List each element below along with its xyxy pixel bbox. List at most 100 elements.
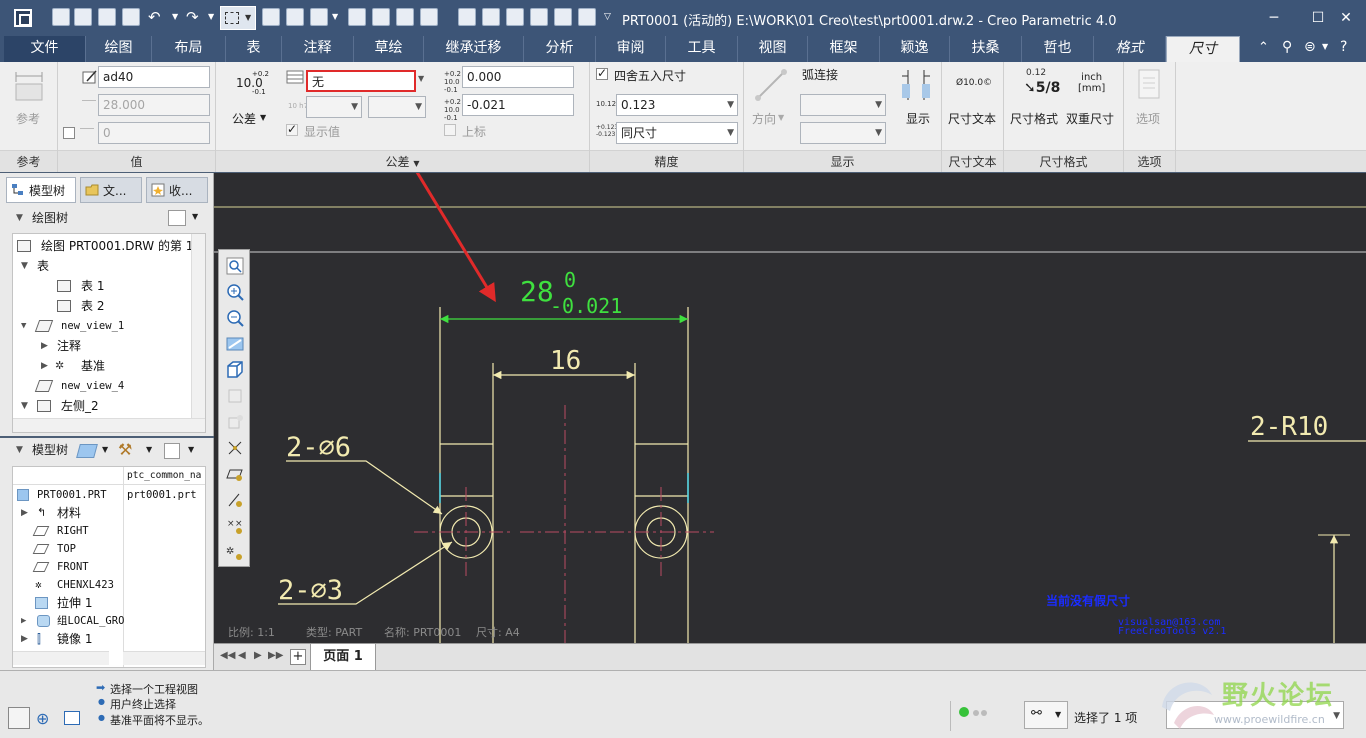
first-sheet-icon[interactable]: ◀◀ xyxy=(220,650,235,661)
options-icon[interactable] xyxy=(1136,68,1162,102)
regenerate-icon[interactable] xyxy=(262,8,280,26)
decimals-select[interactable]: 0.123 ▼ xyxy=(616,94,738,116)
undo-dropdown-icon[interactable]: ▼ xyxy=(172,12,178,21)
tree-item-view-4[interactable]: new_view_4 xyxy=(17,376,124,396)
tolerance-mode-dropdown-icon[interactable]: ▼ xyxy=(418,74,424,83)
navigator-toggle-icon[interactable] xyxy=(8,707,30,729)
group-label-tolerance[interactable]: 公差 ▼ xyxy=(216,150,589,172)
collapse-toggle-icon[interactable]: ▶ xyxy=(21,611,26,631)
tolerance-group-dropdown-icon[interactable]: ▼ xyxy=(413,159,419,168)
tool-5-icon[interactable] xyxy=(554,8,572,26)
override-value-checkbox[interactable] xyxy=(63,127,75,139)
collapse-toggle-icon[interactable]: ▶ xyxy=(21,629,28,649)
minimize-icon[interactable]: ─ xyxy=(1264,8,1284,28)
tab-tools[interactable]: 工具 xyxy=(666,36,738,62)
dimension-28-value[interactable]: 28 xyxy=(520,275,554,308)
quick-access-dropdown-icon[interactable]: ▼ xyxy=(332,12,338,21)
tree-item-table-2[interactable]: 表 2 xyxy=(57,296,104,316)
tree-item-extrude[interactable]: 拉伸 1 xyxy=(35,593,92,613)
add-sheet-button[interactable]: + xyxy=(290,649,306,665)
note-icon[interactable] xyxy=(420,8,438,26)
plane-display-icon[interactable] xyxy=(225,464,245,484)
tool-3-icon[interactable] xyxy=(506,8,524,26)
tab-file[interactable]: 文件 xyxy=(4,36,86,62)
expand-toggle-icon[interactable]: ▼ xyxy=(21,396,28,416)
tab-annotate[interactable]: 注释 xyxy=(282,36,354,62)
collapse-toggle-icon[interactable]: ▶ xyxy=(21,503,28,523)
tree-item-tables[interactable]: ▼ 表 xyxy=(17,256,49,276)
collapse-toggle-icon[interactable]: ▶ xyxy=(41,356,48,376)
show-dropdown-icon[interactable]: ▼ xyxy=(102,445,108,454)
expand-toggle-icon[interactable]: ▼ xyxy=(21,316,26,336)
reference-icon[interactable] xyxy=(14,70,44,104)
datum-display-icon[interactable] xyxy=(225,438,245,458)
tree-item-mirror[interactable]: ▶ ⫿ 镜像 1 xyxy=(17,629,92,649)
tab-yingyi[interactable]: 颖逸 xyxy=(880,36,950,62)
direction-dropdown-icon[interactable]: ▼ xyxy=(778,113,784,122)
tree-item-datums[interactable]: ▶ ✲ 基准 xyxy=(37,356,105,376)
witness-line-select[interactable]: ▼ xyxy=(800,122,886,144)
tab-layout[interactable]: 布局 xyxy=(152,36,226,62)
arc-connection-select[interactable]: ▼ xyxy=(800,94,886,116)
dimension-format-icon[interactable]: ➘5/8 xyxy=(1024,80,1060,96)
collapse-ribbon-icon[interactable]: ⌃ xyxy=(1258,40,1269,55)
windows-icon[interactable] xyxy=(286,8,304,26)
tree-item-right-plane[interactable]: RIGHT xyxy=(32,521,89,541)
dimension-text-icon[interactable]: Ø10.0© xyxy=(956,78,992,88)
tree-item-front-plane[interactable]: FRONT xyxy=(32,557,89,577)
nominal-value-input[interactable]: 28.000 xyxy=(98,94,210,116)
tree-item-left-view[interactable]: ▼ 左侧_2 xyxy=(17,396,99,416)
help-icon[interactable]: ? xyxy=(1340,39,1347,55)
tolerance-mode-select[interactable]: 无 xyxy=(306,70,416,92)
drawing-tree-hscroll[interactable] xyxy=(13,418,205,432)
tool-4-icon[interactable] xyxy=(530,8,548,26)
tree-tools-icon[interactable]: ⚒ xyxy=(118,440,132,459)
dimension-16-value[interactable]: 16 xyxy=(550,346,581,376)
tab-dimension[interactable]: 尺寸 xyxy=(1166,36,1240,62)
show-icon[interactable] xyxy=(900,68,934,102)
saved-orientations-icon[interactable] xyxy=(225,386,245,406)
tab-view[interactable]: 视图 xyxy=(738,36,808,62)
superscript-checkbox[interactable] xyxy=(444,124,456,136)
tree-settings-icon[interactable] xyxy=(168,210,186,226)
axis-display-icon[interactable] xyxy=(225,490,245,510)
dual-dimension-button[interactable]: 双重尺寸 xyxy=(1066,110,1114,127)
upper-tolerance-input[interactable]: 0.000 xyxy=(462,66,574,88)
maximize-icon[interactable]: ☐ xyxy=(1308,8,1328,28)
reference-button[interactable]: 参考 xyxy=(16,110,40,127)
tab-analysis[interactable]: 分析 xyxy=(524,36,596,62)
round-dimension-checkbox[interactable] xyxy=(596,66,608,80)
find-button[interactable]: ⚯ ▼ xyxy=(1024,701,1068,729)
tolerance-column-select[interactable]: ▼ xyxy=(368,96,426,118)
print-icon[interactable] xyxy=(122,8,140,26)
tree-tools-dropdown-icon[interactable]: ▼ xyxy=(146,445,152,454)
close-window-icon[interactable] xyxy=(310,8,328,26)
creo-logo-icon[interactable] xyxy=(14,9,32,27)
regen-status[interactable] xyxy=(950,701,998,731)
dimension-28-lower-tolerance[interactable]: -0.021 xyxy=(550,294,622,318)
collapse-toggle-icon[interactable]: ▶ xyxy=(41,336,48,356)
zoom-out-icon[interactable] xyxy=(225,308,245,328)
save-icon[interactable] xyxy=(98,8,116,26)
new-file-icon[interactable] xyxy=(52,8,70,26)
tolerance-format-button[interactable]: 公差 xyxy=(232,110,256,127)
dimension-icon[interactable] xyxy=(396,8,414,26)
tool-6-icon[interactable] xyxy=(578,8,596,26)
show-value-checkbox[interactable] xyxy=(286,122,298,136)
model-tree-hscroll-left[interactable] xyxy=(13,651,109,665)
dimension-name-input[interactable]: ad40 xyxy=(98,66,210,88)
browser-toggle-icon[interactable]: ⊕ xyxy=(36,709,49,728)
tree-item-top-plane[interactable]: TOP xyxy=(32,539,76,559)
tree-item-sheet[interactable]: 绘图 PRT0001.DRW 的第 1 页 xyxy=(17,236,205,256)
tab-folder-browser[interactable]: 文... xyxy=(80,177,142,203)
tree-settings-dropdown-icon[interactable]: ▼ xyxy=(192,212,198,221)
tree-item-view-1[interactable]: ▼ new_view_1 xyxy=(17,316,124,336)
direction-button[interactable]: 方向 xyxy=(752,110,776,127)
community-dropdown-icon[interactable]: ▼ xyxy=(1322,42,1328,51)
previous-sheet-icon[interactable]: ◀ xyxy=(238,650,246,661)
customize-dropdown-icon[interactable]: ▽ xyxy=(604,12,611,22)
lower-tolerance-input[interactable]: -0.021 xyxy=(462,94,574,116)
hole-callout-6[interactable]: 2-∅6 xyxy=(286,432,351,463)
hole-callout-3[interactable]: 2-∅3 xyxy=(278,575,343,606)
tab-zheye[interactable]: 哲也 xyxy=(1022,36,1094,62)
